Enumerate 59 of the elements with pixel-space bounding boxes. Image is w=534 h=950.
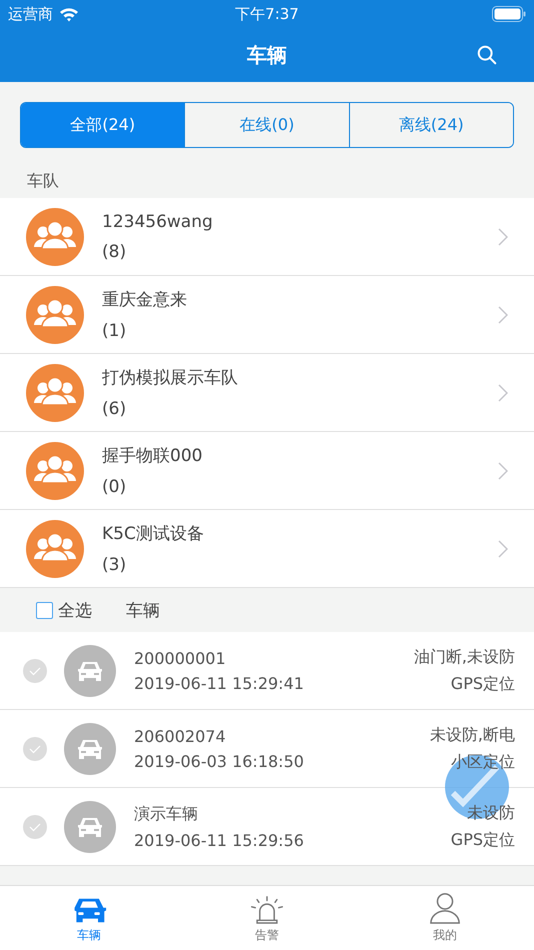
group-icon xyxy=(26,208,84,266)
fleet-row[interactable]: K5C测试设备 (3) xyxy=(0,510,534,588)
tab-bar-item[interactable]: 告警 xyxy=(178,886,356,950)
person-icon xyxy=(428,892,462,924)
select-all-label: 全选 xyxy=(58,600,92,622)
car-icon xyxy=(64,722,116,774)
vehicle-status: 油门断,未设防 xyxy=(414,646,515,668)
location-type: GPS定位 xyxy=(450,674,515,694)
status-time: 下午7:37 xyxy=(235,4,299,24)
chevron-icon xyxy=(498,306,508,324)
fleet-name: 123456wang xyxy=(102,212,214,232)
chevron-icon xyxy=(498,384,508,402)
fleet-name: 打伪模拟展示车队 xyxy=(102,367,239,389)
group-icon xyxy=(26,286,84,344)
vehicle-status: 未设防,断电 xyxy=(430,724,515,746)
siren-icon xyxy=(249,895,285,924)
group-icon xyxy=(26,364,84,422)
vehicle-time: 2019-06-11 15:29:41 xyxy=(134,674,305,692)
search-icon[interactable] xyxy=(476,44,498,66)
wifi-icon xyxy=(59,6,79,22)
fleet-row[interactable]: 重庆金意来 (1) xyxy=(0,276,534,354)
select-all-checkbox[interactable] xyxy=(36,602,53,618)
segment-tab[interactable]: 离线(24) xyxy=(348,103,513,147)
fleet-name: 重庆金意来 xyxy=(102,289,188,311)
fleet-row[interactable]: 握手物联000 (0) xyxy=(0,432,534,510)
chevron-icon xyxy=(498,228,508,246)
check-circle-icon[interactable] xyxy=(23,658,47,682)
vehicle-status: 未设防 xyxy=(467,802,515,824)
fleet-count: (8) xyxy=(102,242,128,262)
carrier-name: 运营商 xyxy=(8,4,53,24)
column-label: 车辆 xyxy=(126,600,160,622)
check-circle-icon[interactable] xyxy=(23,736,47,760)
vehicle-time: 2019-06-03 16:18:50 xyxy=(134,752,305,770)
fleet-count: (3) xyxy=(102,555,128,575)
group-icon xyxy=(26,520,84,578)
vehicle-name: 206002074 xyxy=(134,726,227,746)
fleet-count: (1) xyxy=(102,321,128,341)
chevron-icon xyxy=(498,540,508,558)
car-icon xyxy=(64,800,116,852)
location-type: GPS定位 xyxy=(450,830,515,850)
group-icon xyxy=(26,442,84,500)
fleet-count: (0) xyxy=(102,477,128,497)
tab-bar-item[interactable]: 我的 xyxy=(356,886,534,950)
car-icon xyxy=(64,644,116,696)
fleet-name: 握手物联000 xyxy=(102,445,204,467)
vehicle-name: 演示车辆 xyxy=(134,804,199,824)
vehicle-time: 2019-06-11 15:29:56 xyxy=(134,830,305,850)
battery-icon xyxy=(492,6,526,22)
section-title: 车队 xyxy=(27,171,59,192)
chevron-icon xyxy=(498,462,508,480)
check-circle-icon[interactable] xyxy=(23,814,47,838)
segment-tab[interactable]: 全部(24) xyxy=(21,103,184,147)
fleet-name: K5C测试设备 xyxy=(102,523,205,545)
fleet-count: (6) xyxy=(102,399,128,419)
page-title: 车辆 xyxy=(247,42,287,68)
vehicle-name: 200000001 xyxy=(134,648,227,668)
fleet-row[interactable]: 123456wang (8) xyxy=(0,198,534,276)
fleet-row[interactable]: 打伪模拟展示车队 (6) xyxy=(0,354,534,432)
tab-bar-item[interactable]: 车辆 xyxy=(0,886,178,950)
